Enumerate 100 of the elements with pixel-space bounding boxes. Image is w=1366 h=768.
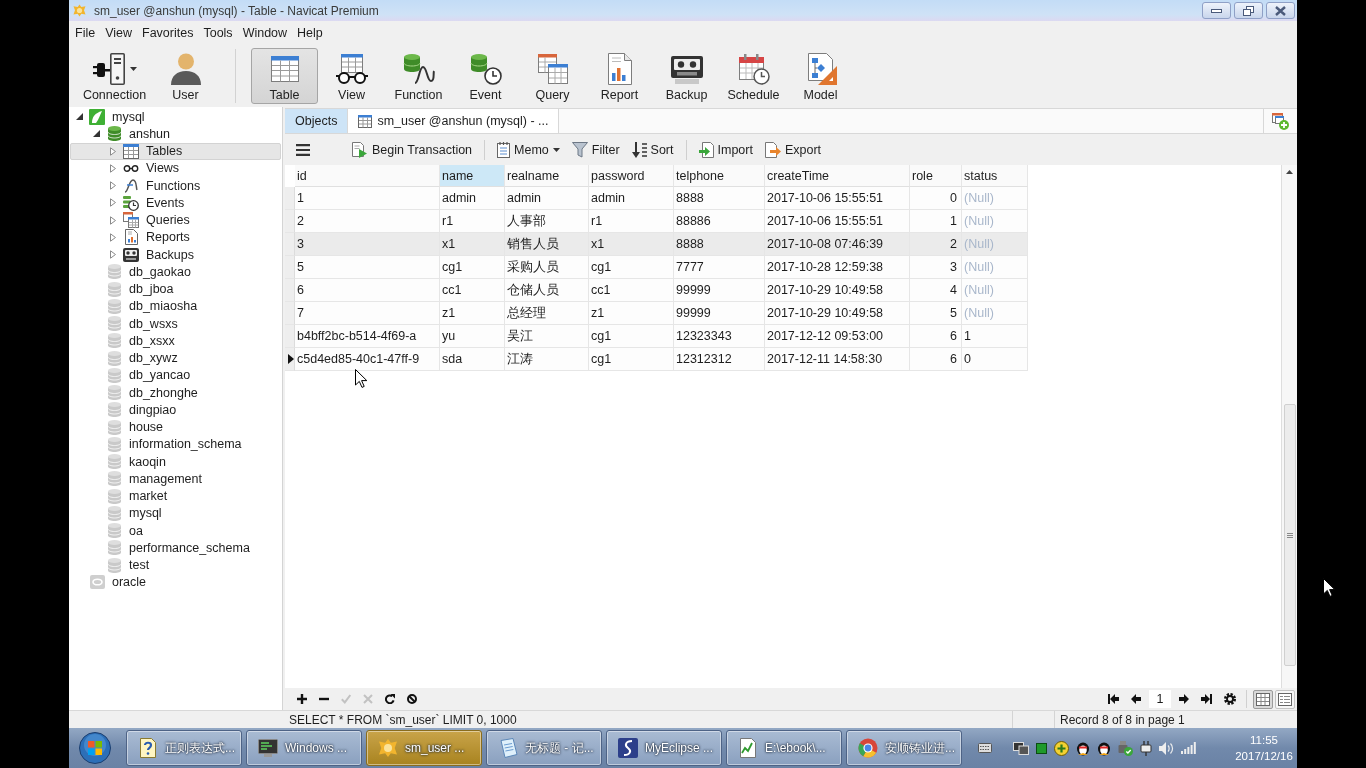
table-row[interactable]: c5d4ed85-40c1-47ff-9 sda 江涛 cg1 12312312 2017-12-11 14:58:30 6 0 [285, 348, 1028, 371]
table-row[interactable]: 6 cc1 仓储人员 cc1 99999 2017-10-29 10:49:58 4 (Null) [285, 279, 1028, 302]
table-row[interactable]: 3 x1 销售人员 x1 8888 2017-10-08 07:46:39 2 (Null) [285, 233, 1028, 256]
clock-date: 2017/12/16 [1235, 749, 1293, 764]
toolbar-button[interactable]: Event [452, 48, 519, 104]
table-cell: 6 [910, 348, 962, 371]
database-clock-icon [469, 53, 502, 85]
tree-item[interactable]: Events [70, 194, 281, 212]
table-cell: 2017-12-11 14:58:30 [765, 348, 910, 371]
tree-item[interactable]: mysql [70, 108, 281, 126]
tree-item[interactable]: mysql [70, 504, 281, 522]
tree-item[interactable]: db_gaokao [70, 263, 281, 281]
toolbar-button[interactable]: Model [787, 48, 854, 104]
tree-item[interactable]: db_xywz [70, 349, 281, 367]
form-view-button[interactable] [1275, 689, 1295, 709]
sort-icon [631, 141, 647, 158]
menu-item[interactable]: Help [292, 24, 328, 42]
toolbar-button[interactable]: Report [586, 48, 653, 104]
toolbar-button[interactable]: Begin Transaction [350, 139, 475, 160]
close-button[interactable] [1266, 2, 1295, 19]
table-row[interactable]: 7 z1 总经理 z1 99999 2017-10-29 10:49:58 5 (Null) [285, 302, 1028, 325]
tree-item[interactable]: Reports [70, 228, 281, 246]
toolbar-button[interactable]: Export [762, 139, 824, 160]
tree-item[interactable]: Tables [70, 142, 281, 160]
tree-item[interactable]: Backups [70, 246, 281, 264]
tree-item[interactable]: db_zhonghe [70, 384, 281, 402]
tree-item[interactable]: db_xsxx [70, 332, 281, 350]
table-cell: c5d4ed85-40c1-47ff-9 [295, 348, 440, 371]
column-header[interactable]: password [589, 165, 674, 187]
table-row[interactable]: b4bff2bc-b514-4f69-a yu 吴江 cg1 12323343 2017-12-12 09:53:00 6 1 [285, 325, 1028, 348]
scroll-thumb[interactable] [1283, 404, 1296, 666]
triangle-icon [288, 354, 294, 364]
clock-time: 11:55 [1250, 733, 1278, 748]
triangle-icon[interactable] [92, 130, 100, 138]
toolbar-button[interactable]: Query [519, 48, 586, 104]
triangle-icon[interactable] [75, 113, 83, 121]
settings-icon [1224, 693, 1236, 705]
toolbar-button[interactable]: Function [385, 48, 452, 104]
sun-icon [378, 738, 398, 758]
toolbar-button[interactable]: Memo [495, 139, 562, 160]
column-header[interactable]: role [910, 165, 962, 187]
table-row[interactable]: 2 r1 人事部 r1 88886 2017-10-06 15:55:51 1 (Null) [285, 210, 1028, 233]
tree-item[interactable]: performance_schema [70, 539, 281, 557]
toolbar-button[interactable]: User [152, 48, 219, 104]
column-header[interactable]: telphone [674, 165, 765, 187]
tree-item[interactable]: db_miaosha [70, 297, 281, 315]
toolbar-button[interactable]: Connection [77, 48, 152, 104]
tree-item[interactable]: market [70, 487, 281, 505]
menu-item[interactable]: View [100, 24, 138, 42]
menu-icon [296, 143, 310, 156]
tree-item[interactable]: anshun [70, 125, 281, 143]
tree-item[interactable]: db_yancao [70, 366, 281, 384]
toolbar-button[interactable]: Import [696, 139, 755, 160]
database-curve-icon [402, 53, 435, 85]
row-header[interactable] [285, 348, 295, 371]
ring-logo-icon [858, 738, 878, 758]
menu-item[interactable]: Tools [198, 24, 238, 42]
minimize-button[interactable] [1202, 2, 1231, 19]
tree-item[interactable]: Views [70, 159, 281, 177]
tree-item[interactable]: Functions [70, 177, 281, 195]
notepad-icon [498, 738, 518, 758]
table-row[interactable]: 1 admin admin admin 8888 2017-10-06 15:55:51 0 (Null) [285, 187, 1028, 210]
column-header[interactable]: status [962, 165, 1028, 187]
restore-button[interactable] [1234, 2, 1263, 19]
toolbar-button[interactable]: Sort [629, 139, 676, 160]
column-header[interactable]: id [295, 165, 440, 187]
toolbar-button[interactable]: Filter [569, 139, 622, 160]
toolbar-button[interactable]: View [318, 48, 385, 104]
column-header[interactable]: realname [505, 165, 589, 187]
start-button[interactable] [79, 732, 111, 764]
menu-button[interactable] [295, 142, 311, 157]
usb-check-icon [1118, 740, 1133, 756]
tab[interactable]: sm_user @anshun (mysql) - ... [348, 109, 560, 133]
menu-item[interactable]: File [70, 24, 101, 42]
document-play-icon [352, 141, 368, 158]
tree-item[interactable]: kaoqin [70, 453, 281, 471]
tree-item[interactable]: oracle [70, 573, 281, 591]
tree-item[interactable]: house [70, 418, 281, 436]
column-header[interactable]: createTime [765, 165, 910, 187]
page-field[interactable]: 1 [1149, 690, 1171, 708]
tree-item[interactable]: db_wsxs [70, 315, 281, 333]
column-header[interactable]: name [440, 165, 505, 187]
toolbar-button[interactable]: Schedule [720, 48, 787, 104]
grid-view-button[interactable] [1253, 689, 1273, 709]
toolbar-button[interactable]: Backup [653, 48, 720, 104]
table-row[interactable]: 5 cg1 采购人员 cg1 7777 2017-10-28 12:59:38 3 (Null) [285, 256, 1028, 279]
tree-item[interactable]: management [70, 470, 281, 488]
menu-item[interactable]: Favorites [137, 24, 199, 42]
tree-item[interactable]: oa [70, 522, 281, 540]
tab[interactable]: Objects [285, 109, 349, 133]
menu-item[interactable]: Window [237, 24, 293, 42]
tree-item[interactable]: db_jboa [70, 280, 281, 298]
tree-item[interactable]: information_schema [70, 435, 281, 453]
curve-tile-icon [618, 738, 638, 758]
tree-item[interactable]: Queries [70, 211, 281, 229]
arrow-right-icon [1179, 694, 1189, 704]
tree-item[interactable]: dingpiao [70, 401, 281, 419]
tree-item[interactable]: test [70, 556, 281, 574]
scrollbar[interactable] [1281, 165, 1297, 688]
toolbar-button[interactable]: Table [251, 48, 318, 104]
